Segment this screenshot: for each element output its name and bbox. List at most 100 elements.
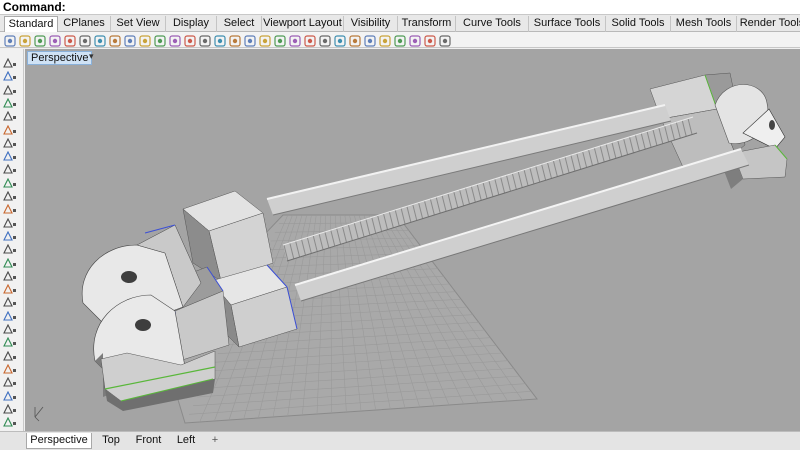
dimension-icon[interactable] (3, 401, 13, 414)
help-icon[interactable] (439, 34, 451, 47)
import-icon[interactable] (64, 34, 76, 47)
open-file-icon[interactable] (19, 34, 31, 47)
tab-standard[interactable]: Standard (4, 16, 58, 32)
tab-left[interactable]: Left (171, 433, 201, 449)
flyout-indicator (13, 196, 16, 199)
tab-cplanes[interactable]: CPlanes (58, 16, 111, 32)
lightbulb-icon[interactable] (304, 34, 316, 47)
flyout-indicator (13, 342, 16, 346)
split-icon[interactable] (3, 308, 13, 321)
ellipse-icon[interactable] (3, 135, 13, 148)
freeform-icon[interactable] (3, 175, 13, 188)
cylinder-icon[interactable] (3, 268, 13, 281)
render-icon[interactable] (409, 34, 421, 47)
rotate-view-icon[interactable] (169, 34, 181, 47)
cplane-icon[interactable] (274, 34, 286, 47)
shaded-icon[interactable] (379, 34, 391, 47)
flyout-indicator (13, 116, 16, 120)
tab-set-view[interactable]: Set View (111, 16, 166, 32)
group-icon[interactable] (3, 414, 13, 427)
copy-icon[interactable] (94, 34, 106, 47)
explode-icon[interactable] (3, 374, 13, 387)
offset-icon[interactable] (3, 201, 13, 214)
surface-icon[interactable] (3, 215, 13, 228)
polyline-icon[interactable] (3, 82, 13, 95)
polygon-icon[interactable] (3, 148, 13, 161)
tab-visibility[interactable]: Visibility (344, 16, 398, 32)
zoom-extents-all-icon[interactable] (229, 34, 241, 47)
arc-icon[interactable] (3, 122, 13, 135)
join-icon[interactable] (3, 361, 13, 374)
flyout-indicator (13, 329, 16, 332)
transform-icon[interactable] (3, 321, 13, 334)
circle-icon[interactable] (3, 108, 13, 121)
perspective-viewport[interactable]: Perspective ▾ (25, 49, 800, 431)
tab-transform[interactable]: Transform (398, 16, 456, 32)
sphere-icon[interactable] (3, 255, 13, 268)
undo-icon[interactable] (124, 34, 136, 47)
named-views-icon[interactable] (289, 34, 301, 47)
tab-top[interactable]: Top (96, 433, 126, 449)
options-icon[interactable] (424, 34, 436, 47)
rhino-window: Command: Standard CPlanes Set View Displ… (0, 0, 800, 450)
flyout-indicator (13, 368, 16, 372)
flyout-indicator (13, 422, 16, 426)
extrude-icon[interactable] (3, 228, 13, 241)
tab-surface-tools[interactable]: Surface Tools (529, 16, 606, 32)
save-icon[interactable] (34, 34, 46, 47)
flyout-indicator (13, 355, 16, 359)
cut-icon[interactable] (79, 34, 91, 47)
flyout-indicator (13, 408, 16, 412)
viewport-tabs: Perspective Top Front Left + (0, 431, 800, 450)
redo-icon[interactable] (139, 34, 151, 47)
flyout-indicator (13, 262, 16, 266)
material-icon[interactable] (349, 34, 361, 47)
add-viewport-tab-button[interactable]: + (206, 433, 224, 449)
rectangle-icon[interactable] (3, 161, 13, 174)
flyout-indicator (13, 142, 16, 146)
curve-icon[interactable] (3, 95, 13, 108)
tab-viewport-layout[interactable]: Viewport Layout (262, 16, 344, 32)
trim-icon[interactable] (3, 348, 13, 361)
tab-render-tools[interactable]: Render Tools (737, 16, 800, 32)
tab-perspective[interactable]: Perspective (26, 433, 92, 449)
mesh-icon[interactable] (3, 281, 13, 294)
zoom-selected-icon[interactable] (214, 34, 226, 47)
viewport-title[interactable]: Perspective (27, 51, 93, 65)
layer-icon[interactable] (319, 34, 331, 47)
command-label: Command: (3, 0, 66, 14)
tab-display[interactable]: Display (166, 16, 217, 32)
pan-icon[interactable] (154, 34, 166, 47)
tab-front[interactable]: Front (130, 433, 167, 449)
fillet-icon[interactable] (3, 188, 13, 201)
flyout-indicator (13, 209, 16, 213)
properties-icon[interactable] (334, 34, 346, 47)
zoom-extents-icon[interactable] (199, 34, 211, 47)
tab-solid-tools[interactable]: Solid Tools (606, 16, 671, 32)
tab-curve-tools[interactable]: Curve Tools (456, 16, 529, 32)
zoom-window-icon[interactable] (184, 34, 196, 47)
flyout-indicator (13, 63, 16, 66)
text-icon[interactable] (3, 388, 13, 401)
box-icon[interactable] (3, 241, 13, 254)
flyout-indicator (13, 129, 16, 133)
rendered-icon[interactable] (394, 34, 406, 47)
command-line[interactable]: Command: (0, 0, 800, 15)
new-file-icon[interactable] (4, 34, 16, 47)
select-points-icon[interactable] (259, 34, 271, 47)
standard-toolbar (0, 32, 800, 48)
paste-icon[interactable] (109, 34, 121, 47)
point-icon[interactable] (3, 68, 13, 81)
tab-mesh-tools[interactable]: Mesh Tools (671, 16, 737, 32)
boolean-icon[interactable] (3, 294, 13, 307)
model-scene[interactable] (25, 49, 800, 431)
grid-icon[interactable] (244, 34, 256, 47)
select-icon[interactable] (3, 55, 13, 68)
wireframe-icon[interactable] (364, 34, 376, 47)
world-axes-gizmo (34, 406, 44, 422)
array-icon[interactable] (3, 334, 13, 347)
viewport-title-menu-icon[interactable]: ▾ (89, 52, 95, 61)
tab-select[interactable]: Select (217, 16, 262, 32)
flyout-indicator (13, 235, 16, 239)
print-icon[interactable] (49, 34, 61, 47)
